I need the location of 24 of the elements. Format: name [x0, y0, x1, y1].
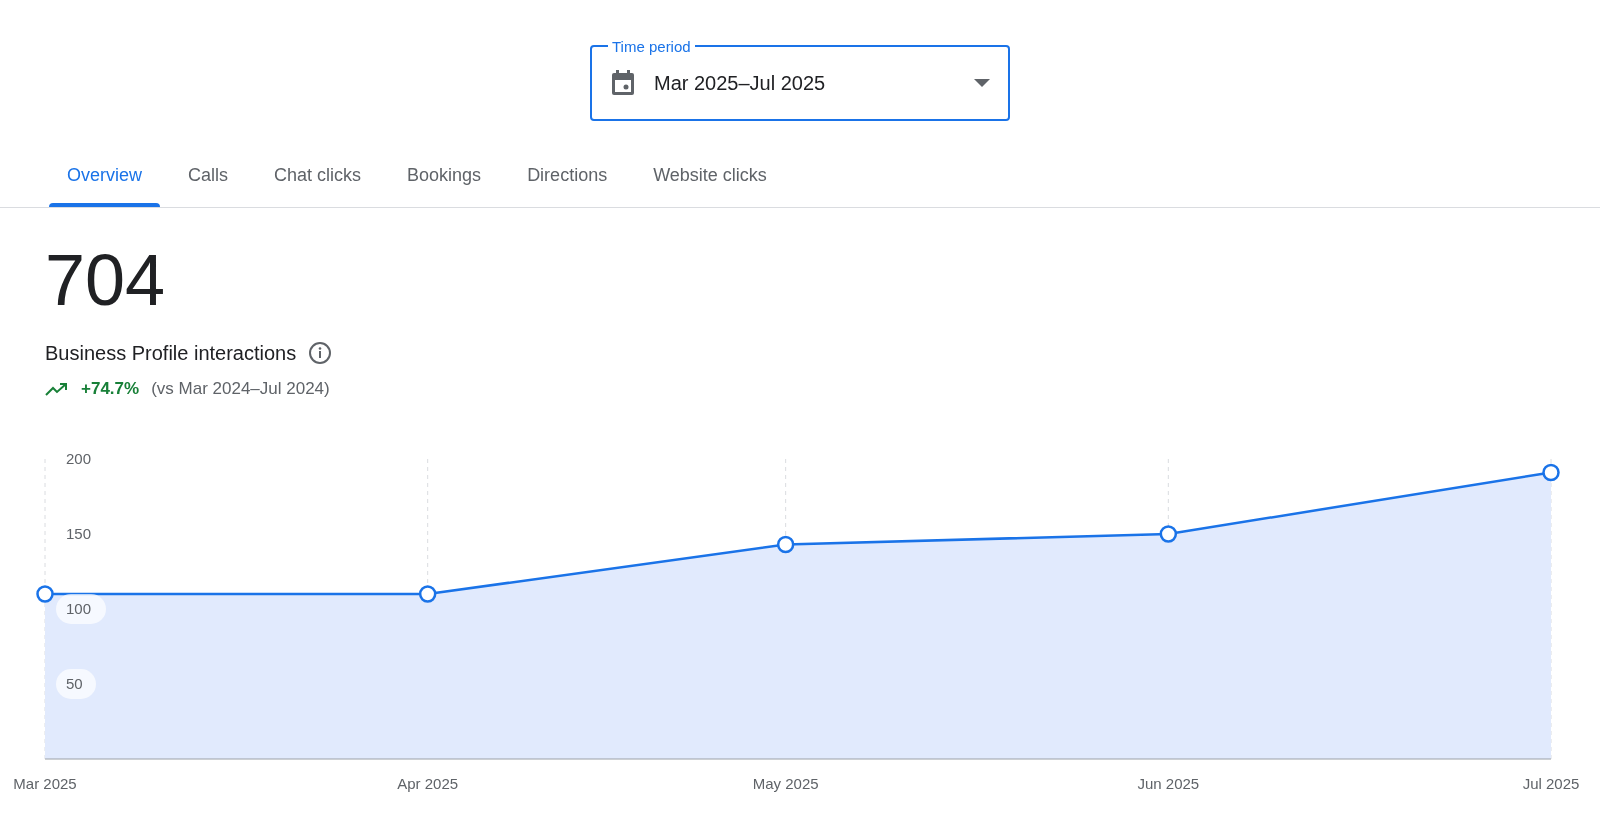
trending-up-icon [45, 381, 69, 396]
tab[interactable]: Bookings [385, 143, 504, 207]
y-tick-label: 150 [66, 524, 92, 542]
total-count: 704 [45, 240, 167, 320]
x-axis-label: Jun 2025 [1137, 774, 1200, 792]
x-axis-label: Apr 2025 [397, 774, 459, 792]
change-percent: +74.7% [81, 378, 140, 400]
tab[interactable]: Chat clicks [252, 143, 384, 207]
tab[interactable]: Directions [505, 143, 630, 207]
calendar-icon [610, 69, 636, 97]
x-axis-label: Mar 2025 [13, 774, 77, 792]
dropdown-caret-icon [974, 79, 990, 87]
tab[interactable]: Website clicks [631, 143, 789, 207]
y-tick-label: 100 [66, 599, 92, 617]
tab[interactable]: Overview [45, 143, 164, 207]
x-axis-label: Jul 2025 [1522, 774, 1580, 792]
tab[interactable]: Calls [166, 143, 251, 207]
time-period-value: Mar 2025–Jul 2025 [654, 71, 827, 96]
comparison-period: (vs Mar 2024–Jul 2024) [151, 378, 330, 400]
y-tick-label: 200 [66, 449, 92, 467]
x-axis-label: May 2025 [752, 774, 819, 792]
metric-label: Business Profile interactions [45, 341, 297, 366]
y-tick-label: 50 [66, 674, 83, 692]
info-icon[interactable] [308, 341, 333, 365]
